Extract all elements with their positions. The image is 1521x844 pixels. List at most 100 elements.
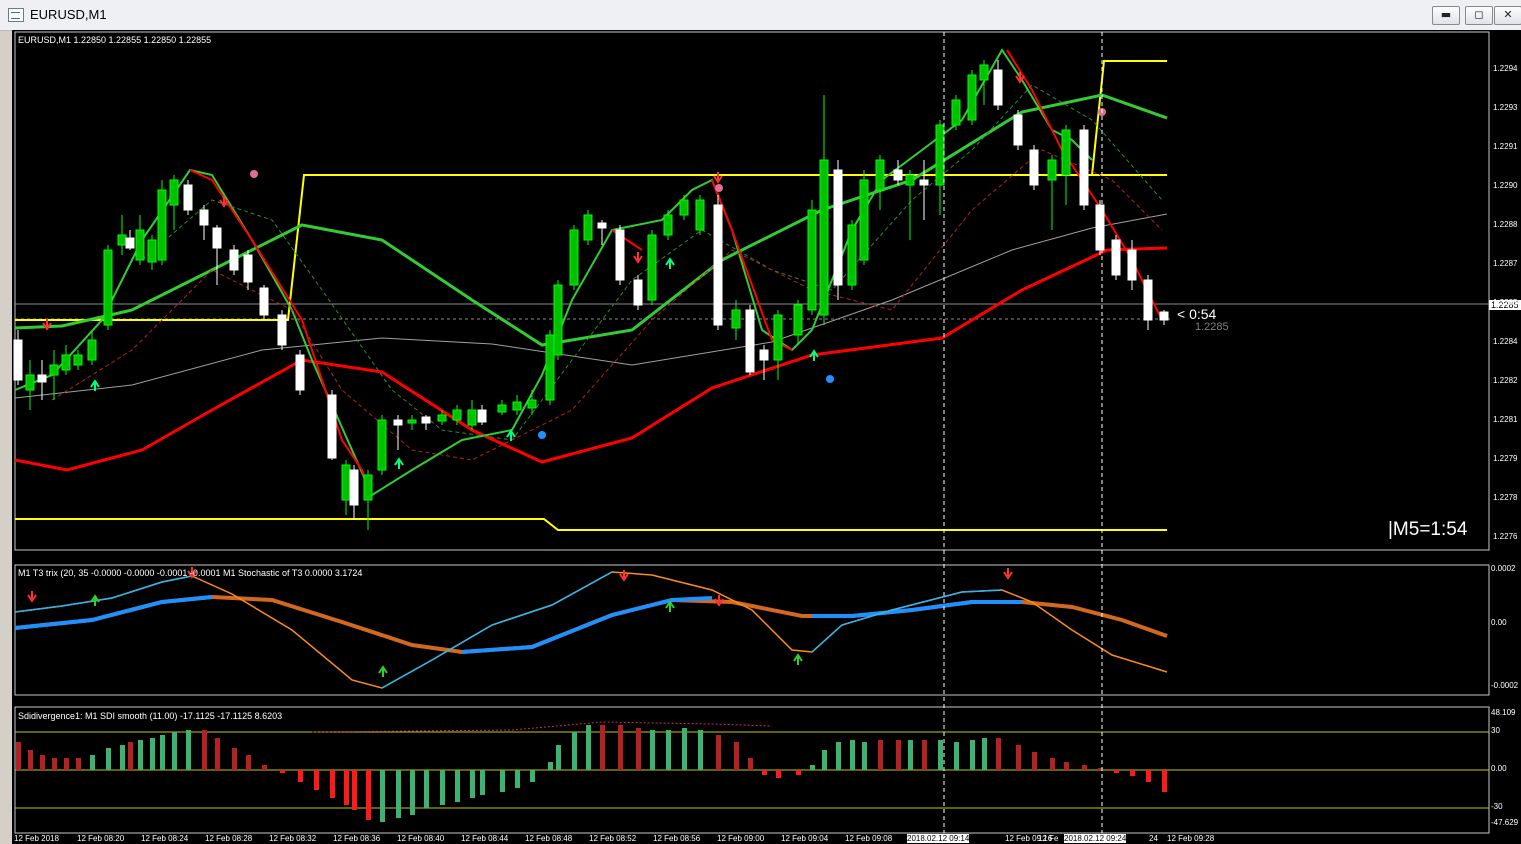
time-fragment: 12 Fe [1038,834,1059,843]
price-tick: 1.2288 [1493,220,1518,229]
maximize-button[interactable]: ◻ [1465,6,1493,25]
sdi-bar-60 [878,740,883,770]
window-title: EURUSD,M1 [30,7,107,22]
sdi-bar-41 [586,725,591,770]
candle-body-44 [647,234,657,301]
candle-body-4 [61,354,71,371]
candle-body-16 [212,227,222,249]
sdi-bar-61 [896,740,901,770]
sdi-bar-15 [202,730,207,770]
sdi-bar-62 [908,740,913,770]
sdi-bar-38 [548,762,553,770]
sdi-bar-16 [215,738,220,770]
candle-body-56 [833,169,843,286]
candle-body-38 [553,284,563,356]
main-chart-header: EURUSD,M1 1.22850 1.22855 1.22850 1.2285… [18,35,212,45]
candle-body-47 [695,199,705,231]
sdi-bar-1 [28,750,33,770]
sdi-bar-13 [172,732,177,770]
chart-area[interactable]: EURUSD,M1 1.22850 1.22855 1.22850 1.2285… [12,30,1521,844]
sdi-bar-53 [776,770,781,778]
candle-body-37 [545,334,555,401]
candle-body-59 [875,159,885,191]
sdi-tick: -47.629 [1491,818,1519,827]
candle-body-46 [679,199,689,216]
time-tick: 12 Feb 08:20 [77,834,125,843]
time-tick: 12 Feb 09:04 [781,834,829,843]
time-highlight: 2018.02.12 09:14 [907,834,970,843]
time-tick: 12 Feb 08:48 [525,834,573,843]
time-fragment: 24 [1149,834,1158,843]
candle-body-21 [295,354,305,391]
candle-body-14 [183,184,193,211]
sdi-bar-11 [150,738,155,770]
candle-body-32 [467,409,477,426]
sdi-bar-26 [366,770,371,820]
sdi-bar-46 [666,730,671,770]
candle-body-74 [1111,239,1121,276]
time-tick: 12 Feb 09:00 [717,834,765,843]
trix-arrow-up-1 [90,594,100,606]
sdi-bar-73 [1082,765,1087,770]
sdi-bar-27 [380,770,385,822]
sdi-bar-68 [996,738,1001,770]
candle-body-18 [243,254,253,283]
sdi-bar-35 [500,770,505,792]
sdi-bar-59 [862,742,867,770]
candle-body-28 [407,419,417,424]
window-titlebar: EURUSD,M1 ▬ ◻ ✕ [0,0,1521,31]
sdi-bar-47 [682,728,687,770]
candle-body-60 [893,169,903,181]
time-tick: 12 Feb 08:32 [269,834,317,843]
sdi-panel-header: Sdidivergence1: M1 SDI smooth (11.00) -1… [18,711,283,721]
sdi-bar-19 [262,765,267,770]
candle-body-66 [979,64,989,81]
candle-body-29 [421,416,431,424]
candle-body-33 [477,409,487,423]
sdi-bar-58 [850,740,855,770]
arrow-up-5 [809,349,819,361]
chart-canvas[interactable] [12,30,1521,844]
candle-body-9 [125,237,135,249]
candle-body-58 [859,179,869,261]
candle-body-68 [1013,114,1023,146]
sdi-tick: 48.109 [1491,708,1516,717]
sdi-bar-49 [716,735,721,770]
candle-countdown: < 0:54 [1177,306,1217,322]
price-tick: 1.2290 [1493,181,1518,190]
candle-body-26 [377,419,387,471]
trix-panel-frame [14,564,1490,696]
channel-lower [15,518,1167,531]
sdi-bar-76 [1130,770,1135,776]
sdi-bar-17 [232,748,237,770]
candle-body-42 [615,229,625,281]
candle-body-2 [37,374,47,383]
chart-window-icon [8,8,24,22]
sdi-bar-30 [424,770,429,808]
sdi-bar-77 [1146,770,1151,782]
time-tick: 12 Feb 08:24 [141,834,189,843]
trix-line [14,571,1168,689]
close-button[interactable]: ✕ [1494,6,1521,25]
price-tick: 1.2293 [1493,103,1518,112]
time-tick: 12 Feb 08:40 [397,834,445,843]
sdi-bar-34 [480,770,485,795]
sdi-bar-72 [1064,762,1069,770]
candle-body-27 [393,419,403,426]
candle-body-35 [512,401,522,411]
marker-dot-blue-2 [826,375,834,383]
price-tick: 1.2291 [1493,142,1518,151]
candle-body-69 [1029,149,1039,186]
sdi-bar-42 [600,725,605,770]
trix-line-blue-1 [14,575,193,613]
sdi-bar-22 [314,770,319,790]
sdi-bar-37 [530,770,535,782]
sdi-bar-2 [40,755,45,770]
sdi-bar-71 [1050,758,1055,770]
candle-body-12 [157,189,167,261]
candle-body-48 [713,204,723,326]
sdi-bar-75 [1114,770,1119,773]
candle-body-63 [935,124,945,186]
minimize-button[interactable]: ▬ [1432,6,1460,25]
time-tick: 12 Feb 08:44 [461,834,509,843]
